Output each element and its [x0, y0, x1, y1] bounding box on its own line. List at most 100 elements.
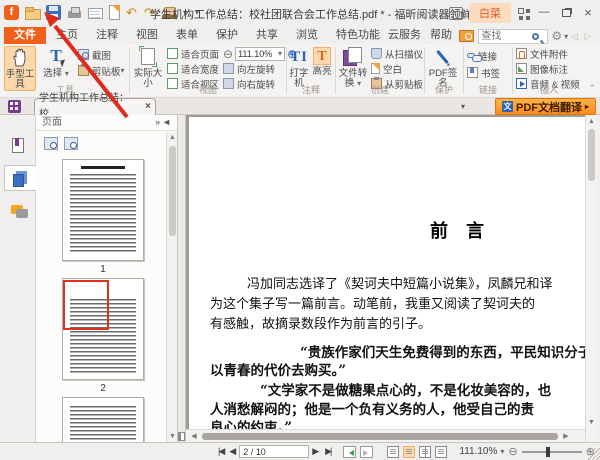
snapshot-button[interactable]: 截图	[78, 48, 111, 61]
scroll-down-icon[interactable]: ▼	[167, 431, 178, 442]
window-title: 学生机构工作总结：校社团联合会工作总结.pdf * - 福昕阅读器领鲜版	[150, 6, 410, 22]
tab-help[interactable]: 帮助	[424, 27, 458, 44]
minimize-button[interactable]: —	[536, 6, 552, 20]
file-attachment-button[interactable]: 文件附件	[516, 47, 568, 60]
panel-collapse-icon[interactable]: ◄	[162, 117, 173, 127]
scroll-right-icon[interactable]: ▶	[561, 431, 571, 442]
bookmarks-icon	[12, 138, 24, 153]
gear-dropdown-caret[interactable]: ▾	[564, 32, 568, 41]
title-bar: f ↶ ↷ ▾ ▾ 学生机构工作总结：校社团联合会工作总结.pdf * - 福昕…	[0, 0, 600, 27]
tab-home[interactable]: 主页	[50, 27, 84, 44]
tab-comment[interactable]: 注释	[90, 27, 124, 44]
zoom-combo[interactable]: 111.10% ▾	[235, 47, 285, 61]
scroll-left-icon[interactable]: ◀	[189, 431, 199, 442]
email-icon[interactable]	[88, 8, 103, 19]
tab-close-icon[interactable]: ×	[145, 99, 151, 115]
page-thumbnail-2[interactable]	[62, 278, 144, 380]
continuous-layout-icon[interactable]	[403, 446, 415, 458]
link-button[interactable]: 链接	[467, 49, 497, 62]
new-page-icon[interactable]	[109, 5, 120, 20]
pages-panel-button[interactable]	[4, 165, 37, 191]
page-number-field[interactable]	[239, 445, 309, 458]
scroll-down-icon[interactable]: ▼	[586, 417, 597, 428]
layout-grid-icon[interactable]	[517, 7, 530, 20]
last-page-button[interactable]: ▶|	[325, 446, 330, 457]
group-label-view: 视图	[131, 83, 285, 96]
save-icon[interactable]	[46, 5, 61, 20]
tab-features[interactable]: 特色功能	[330, 27, 386, 44]
close-button[interactable]: ×	[580, 6, 596, 20]
zoom-percentage[interactable]: 111.10%	[459, 446, 497, 457]
panel-splitter[interactable]	[178, 115, 186, 442]
thumbnail-scrollbar[interactable]: ▲ ▼	[166, 132, 177, 442]
highlight-button[interactable]: T 高亮	[312, 46, 332, 77]
split-layout-icon[interactable]	[435, 446, 447, 458]
like-icon[interactable]	[449, 7, 463, 20]
find-bar: ⚙ ▾ ◁ ▷	[459, 28, 594, 44]
image-annotation-button[interactable]: 图像标注	[516, 62, 568, 75]
group-label-links: 链接	[465, 83, 511, 96]
document-tab[interactable]: 学生机构工作总结：校... ×	[34, 98, 156, 115]
document-vertical-scrollbar[interactable]: ▲ ▼	[585, 115, 597, 442]
thumbnail-zoom-out-icon[interactable]	[44, 137, 58, 150]
tab-view[interactable]: 视图	[130, 27, 164, 44]
find-previous-icon[interactable]: ◁	[571, 31, 578, 42]
current-view-rect[interactable]	[63, 280, 109, 330]
find-next-icon[interactable]: ▷	[584, 31, 591, 42]
facing-layout-icon[interactable]	[419, 446, 431, 458]
tab-file[interactable]: 文件	[4, 27, 46, 44]
doc-text-line: 人消愁解闷的；他是一个负有义务的人，他受自己的责	[210, 398, 534, 418]
thumbnail-zoom-in-icon[interactable]	[64, 137, 78, 150]
select-tool-button[interactable]: T 选择 ▾	[40, 46, 72, 79]
account-button[interactable]: 白菜	[469, 3, 511, 23]
clipboard-button[interactable]: 剪贴板 ▾	[78, 64, 125, 77]
print-icon[interactable]	[67, 5, 82, 20]
zoom-out-icon[interactable]: ⊖	[508, 445, 517, 458]
tab-share[interactable]: 共享	[250, 27, 284, 44]
gear-icon[interactable]: ⚙	[551, 29, 562, 43]
bookmark-button[interactable]: 书签	[467, 66, 500, 79]
hand-icon	[10, 48, 30, 68]
next-view-icon[interactable]	[360, 446, 373, 458]
pdf-page[interactable]: 前 言 冯加同志选译了《契诃夫中短篇小说集》，凤麟兄和译 为这个集子写一篇前言。…	[189, 117, 585, 429]
resize-grip[interactable]	[588, 448, 600, 460]
bookmarks-panel-button[interactable]	[4, 133, 35, 159]
document-horizontal-scrollbar[interactable]: ◀ ▶	[186, 429, 585, 442]
undo-icon[interactable]: ↶	[126, 5, 139, 20]
fit-width-button[interactable]: 适合宽度	[167, 62, 219, 75]
document-view[interactable]: 前 言 冯加同志选译了《契诃夫中短篇小说集》，凤麟兄和译 为这个集子写一篇前言。…	[186, 115, 585, 429]
previous-page-button[interactable]: ◀	[229, 446, 236, 457]
scroll-up-icon[interactable]: ▲	[586, 116, 597, 127]
search-icon[interactable]	[532, 33, 539, 40]
fit-page-button[interactable]: 适合页面	[167, 47, 219, 60]
zoom-slider-handle[interactable]	[546, 447, 550, 457]
tab-protect[interactable]: 保护	[210, 27, 244, 44]
from-scanner-button[interactable]: 从扫描仪	[371, 47, 423, 60]
scroll-up-icon[interactable]: ▲	[167, 132, 178, 143]
page-thumbnail-1[interactable]	[62, 159, 144, 261]
panel-toggle-icon[interactable]	[178, 432, 185, 441]
comments-panel-button[interactable]	[4, 199, 35, 225]
translate-icon: 文	[502, 101, 513, 112]
restore-button[interactable]	[558, 6, 574, 20]
tab-form[interactable]: 表单	[170, 27, 204, 44]
start-page-icon[interactable]	[8, 100, 21, 113]
previous-view-icon[interactable]	[343, 446, 356, 458]
single-page-layout-icon[interactable]	[387, 446, 399, 458]
pdf-sign-icon	[433, 47, 453, 67]
blank-page-button[interactable]: 空白	[371, 62, 402, 75]
zoom-caret[interactable]: ▾	[500, 447, 504, 456]
rotate-left-button[interactable]: 向左旋转	[223, 62, 275, 75]
search-folder-icon[interactable]	[459, 30, 474, 42]
tab-list-caret[interactable]: ▾	[461, 102, 465, 111]
foxit-logo-icon[interactable]: f	[4, 5, 19, 20]
next-page-button[interactable]: ▶	[312, 446, 319, 457]
tab-browse[interactable]: 浏览	[290, 27, 324, 44]
tab-cloud[interactable]: 云服务	[382, 27, 427, 44]
pdf-translate-button[interactable]: 文 PDF文档翻译 ▸	[495, 98, 596, 115]
collapse-ribbon-icon[interactable]: ⌃	[588, 83, 596, 94]
open-folder-icon[interactable]	[25, 5, 40, 20]
first-page-button[interactable]: |◀	[218, 446, 223, 457]
zoom-out-icon[interactable]: ⊖	[223, 47, 233, 61]
zoom-slider[interactable]	[522, 451, 582, 453]
